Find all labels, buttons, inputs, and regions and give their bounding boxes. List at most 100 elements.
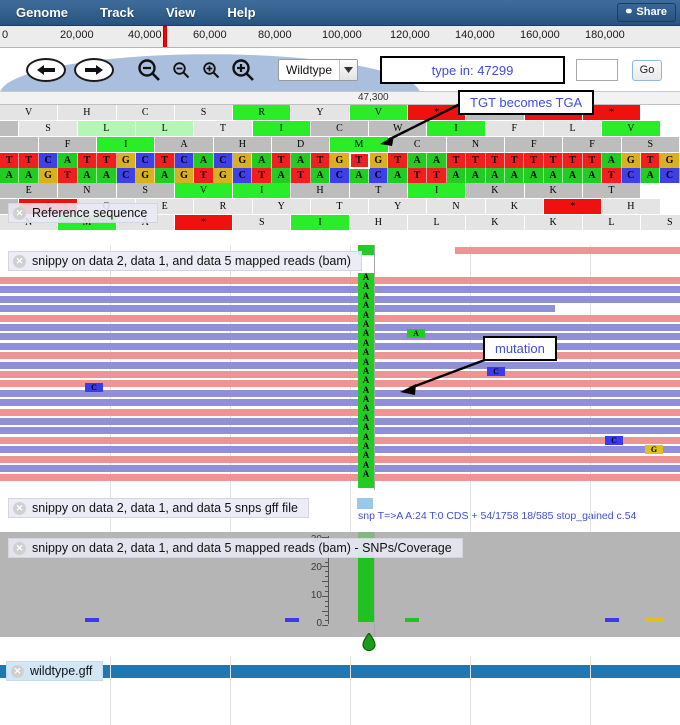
read-segment[interactable]: [0, 324, 680, 331]
read-segment[interactable]: [0, 418, 680, 425]
genome-select[interactable]: Wildtype: [278, 59, 358, 81]
share-label: Share: [636, 4, 667, 21]
read-mismatch-base[interactable]: C: [487, 367, 505, 376]
reference-sequence-track-label[interactable]: ✕ Reference sequence: [8, 203, 158, 223]
zoom-in-large-button[interactable]: [230, 57, 256, 83]
dna-base: G: [233, 153, 252, 168]
close-icon[interactable]: ✕: [13, 207, 26, 220]
amino-acid-cell: *: [175, 215, 233, 231]
arrow-left-icon: [35, 64, 57, 76]
dna-base: G: [136, 168, 155, 183]
grid-line: [110, 657, 111, 725]
forward-button[interactable]: [74, 58, 114, 82]
snp-column[interactable]: AAAAAAAAAAAAAAAAAAAAAA: [358, 273, 374, 488]
amino-acid-cell: *: [544, 199, 602, 215]
amino-acid-cell: F: [39, 137, 97, 153]
dna-base: T: [58, 168, 77, 183]
zoom-in-small-button[interactable]: [200, 57, 222, 83]
read-segment[interactable]: [0, 456, 680, 463]
read-segment[interactable]: [0, 399, 680, 406]
coverage-track-label[interactable]: ✕ snippy on data 2, data 1, and data 5 m…: [8, 538, 463, 558]
location-input[interactable]: type in: 47299: [380, 56, 565, 84]
dna-base: T: [641, 153, 660, 168]
sequence-track-spacer: [0, 231, 680, 245]
read-segment[interactable]: [0, 465, 680, 472]
menu-genome[interactable]: Genome: [0, 0, 84, 26]
read-segment[interactable]: [0, 409, 680, 416]
read-mismatch-base[interactable]: C: [85, 383, 103, 392]
snp-base-letter: A: [358, 470, 374, 479]
dna-base: T: [194, 168, 213, 183]
snp-feature-label: snp T=>A A:24 T:0 CDS + 54/1758 18/585 s…: [358, 510, 636, 522]
read-segment[interactable]: [0, 352, 680, 359]
dna-base: T: [505, 153, 524, 168]
coverage-snp-mark: [285, 618, 299, 622]
snp-feature[interactable]: [357, 498, 373, 509]
read-segment[interactable]: [0, 343, 680, 350]
go-button[interactable]: Go: [632, 60, 662, 81]
dna-base: A: [505, 168, 524, 183]
amino-acid-cell: L: [136, 121, 194, 137]
close-icon[interactable]: ✕: [13, 255, 26, 268]
read-mismatch-base[interactable]: A: [407, 329, 425, 338]
zoom-out-large-button[interactable]: [136, 57, 162, 83]
secondary-input[interactable]: [576, 59, 618, 81]
dna-base: T: [291, 168, 310, 183]
back-button[interactable]: [26, 58, 66, 82]
snps-gff-track-label[interactable]: ✕ snippy on data 2, data 1, and data 5 s…: [8, 498, 309, 518]
read-segment[interactable]: [0, 305, 555, 312]
amino-acid-cell: S: [622, 137, 680, 153]
read-segment[interactable]: [0, 362, 680, 369]
dna-base: T: [602, 168, 621, 183]
dna-base: T: [427, 168, 446, 183]
read-segment[interactable]: [0, 437, 680, 444]
genome-ruler[interactable]: 020,00040,00060,00080,000100,000120,0001…: [0, 26, 680, 48]
close-icon[interactable]: ✕: [11, 665, 24, 678]
menu-help[interactable]: Help: [211, 0, 271, 26]
amino-acid-cell: C: [311, 121, 369, 137]
share-button[interactable]: ⚭ Share: [617, 3, 676, 22]
ruler-tick: 120,000: [390, 29, 430, 41]
read-mismatch-base[interactable]: C: [605, 436, 623, 445]
close-icon[interactable]: ✕: [13, 542, 26, 555]
menu-track[interactable]: Track: [84, 0, 150, 26]
menu-view[interactable]: View: [150, 0, 211, 26]
bam-track-label[interactable]: ✕ snippy on data 2, data 1, and data 5 m…: [8, 251, 362, 271]
read-segment[interactable]: [0, 474, 680, 481]
amino-acid-cell: R: [194, 199, 252, 215]
dna-base: A: [408, 153, 427, 168]
amino-acid-cell: K: [525, 183, 583, 199]
read-segment[interactable]: [0, 371, 680, 378]
amino-acid-cell: W: [369, 121, 427, 137]
dna-base: G: [369, 153, 388, 168]
read-segment[interactable]: [0, 427, 680, 434]
bam-track-label-text: snippy on data 2, data 1, and data 5 map…: [32, 254, 351, 268]
dna-base: T: [155, 153, 174, 168]
read-mismatch-base[interactable]: G: [645, 445, 663, 454]
read-segment[interactable]: [0, 296, 680, 303]
read-segment[interactable]: [0, 286, 680, 293]
coverage-axis-tick: [325, 615, 328, 616]
dna-base: G: [214, 168, 233, 183]
close-icon[interactable]: ✕: [13, 502, 26, 515]
dna-base: T: [252, 168, 271, 183]
read-segment[interactable]: [0, 333, 680, 340]
amino-acid-cell: N: [447, 137, 505, 153]
amino-acid-frame-row: ENSVIHTIKKT: [0, 183, 680, 199]
coverage-axis-tick: [325, 571, 328, 572]
read-segment[interactable]: [0, 446, 680, 453]
chevron-down-icon[interactable]: [339, 60, 357, 80]
zoom-out-large-icon: [137, 58, 161, 82]
amino-acid-cell: L: [583, 215, 641, 231]
amino-acid-cell: V: [0, 105, 58, 121]
read-segment[interactable]: [0, 315, 680, 322]
wildtype-track-label[interactable]: ✕ wildtype.gff: [6, 661, 103, 681]
read-segment[interactable]: [455, 247, 680, 254]
read-segment[interactable]: [0, 277, 680, 284]
coverage-axis-tick: [322, 581, 328, 582]
dna-base: T: [466, 153, 485, 168]
zoom-out-small-button[interactable]: [170, 57, 192, 83]
amino-acid-cell: S: [233, 215, 291, 231]
drop-marker-icon[interactable]: [362, 633, 376, 651]
amino-acid-cell: V: [350, 105, 408, 121]
